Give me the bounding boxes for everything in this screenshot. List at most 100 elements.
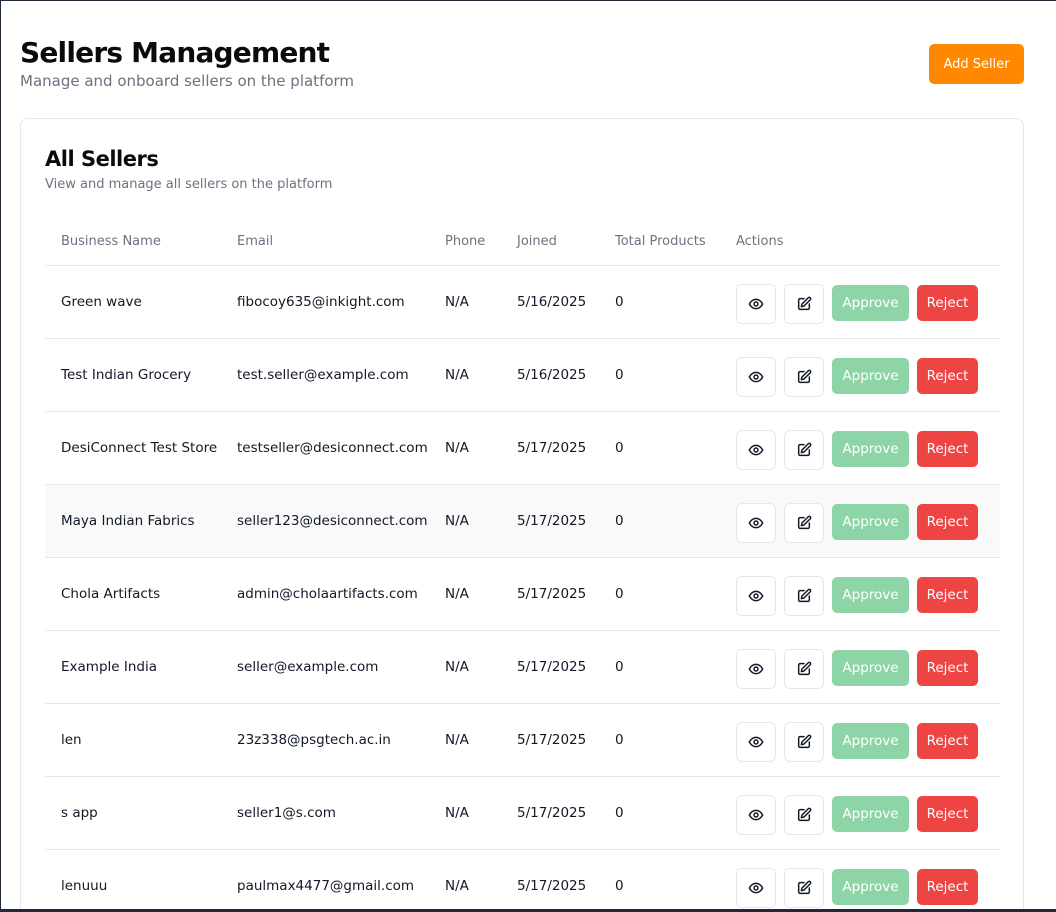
page-title: Sellers Management <box>20 36 330 69</box>
edit-seller-button[interactable] <box>784 649 824 689</box>
total-products-cell: 0 <box>615 878 624 894</box>
edit-icon <box>797 442 812 457</box>
row-actions: Approve Reject <box>736 356 996 397</box>
reject-button[interactable]: Reject <box>917 796 978 832</box>
reject-button[interactable]: Reject <box>917 723 978 759</box>
view-seller-button[interactable] <box>736 357 776 397</box>
approve-button[interactable]: Approve <box>832 869 909 905</box>
total-products-cell: 0 <box>615 513 624 529</box>
approve-button[interactable]: Approve <box>832 723 909 759</box>
approve-button[interactable]: Approve <box>832 358 909 394</box>
view-seller-button[interactable] <box>736 430 776 470</box>
phone-cell: N/A <box>445 294 469 310</box>
edit-icon <box>797 807 812 822</box>
edit-seller-button[interactable] <box>784 795 824 835</box>
total-products-cell: 0 <box>615 440 624 456</box>
edit-icon <box>797 880 812 895</box>
reject-button[interactable]: Reject <box>917 650 978 686</box>
row-actions: Approve Reject <box>736 575 996 616</box>
business-name-cell: Example India <box>61 659 157 675</box>
edit-icon <box>797 296 812 311</box>
view-seller-button[interactable] <box>736 503 776 543</box>
table-body: Green wave fibocoy635@inkight.com N/A 5/… <box>45 266 1000 912</box>
phone-cell: N/A <box>445 440 469 456</box>
joined-cell: 5/17/2025 <box>517 659 587 675</box>
joined-cell: 5/17/2025 <box>517 513 587 529</box>
reject-button[interactable]: Reject <box>917 577 978 613</box>
view-seller-button[interactable] <box>736 722 776 762</box>
edit-seller-button[interactable] <box>784 503 824 543</box>
row-actions: Approve Reject <box>736 867 996 908</box>
email-cell: testseller@desiconnect.com <box>237 440 428 456</box>
view-seller-button[interactable] <box>736 868 776 908</box>
phone-cell: N/A <box>445 805 469 821</box>
view-seller-button[interactable] <box>736 576 776 616</box>
total-products-cell: 0 <box>615 367 624 383</box>
email-cell: test.seller@example.com <box>237 367 409 383</box>
table-row: len 23z338@psgtech.ac.in N/A 5/17/2025 0… <box>45 704 1000 777</box>
reject-button[interactable]: Reject <box>917 869 978 905</box>
business-name-cell: Green wave <box>61 294 142 310</box>
joined-cell: 5/17/2025 <box>517 878 587 894</box>
business-name-cell: DesiConnect Test Store <box>61 440 218 456</box>
reject-button[interactable]: Reject <box>917 358 978 394</box>
total-products-cell: 0 <box>615 805 624 821</box>
approve-button[interactable]: Approve <box>832 796 909 832</box>
phone-cell: N/A <box>445 659 469 675</box>
phone-cell: N/A <box>445 513 469 529</box>
joined-cell: 5/16/2025 <box>517 294 587 310</box>
total-products-cell: 0 <box>615 659 624 675</box>
email-cell: fibocoy635@inkight.com <box>237 294 405 310</box>
row-actions: Approve Reject <box>736 721 996 762</box>
view-seller-button[interactable] <box>736 795 776 835</box>
email-cell: seller123@desiconnect.com <box>237 513 428 529</box>
approve-button[interactable]: Approve <box>832 504 909 540</box>
edit-seller-button[interactable] <box>784 722 824 762</box>
row-actions: Approve Reject <box>736 794 996 835</box>
edit-seller-button[interactable] <box>784 868 824 908</box>
edit-icon <box>797 515 812 530</box>
reject-button[interactable]: Reject <box>917 431 978 467</box>
sellers-management-page: Sellers Management Manage and onboard se… <box>1 1 1056 912</box>
edit-seller-button[interactable] <box>784 284 824 324</box>
edit-seller-button[interactable] <box>784 430 824 470</box>
email-cell: paulmax4477@gmail.com <box>237 878 415 894</box>
view-seller-button[interactable] <box>736 284 776 324</box>
edit-seller-button[interactable] <box>784 576 824 616</box>
table-header: Business Name Email Phone Joined Total P… <box>45 217 1000 266</box>
business-name-cell: len <box>61 732 82 748</box>
edit-icon <box>797 588 812 603</box>
joined-cell: 5/17/2025 <box>517 440 587 456</box>
approve-button[interactable]: Approve <box>832 285 909 321</box>
table-row: lenuuu paulmax4477@gmail.com N/A 5/17/20… <box>45 850 1000 912</box>
column-header-phone: Phone <box>445 234 486 249</box>
table-row: DesiConnect Test Store testseller@desico… <box>45 412 1000 485</box>
column-header-actions: Actions <box>736 234 784 249</box>
eye-icon <box>748 663 764 675</box>
approve-button[interactable]: Approve <box>832 431 909 467</box>
business-name-cell: Chola Artifacts <box>61 586 161 602</box>
sellers-table: Business Name Email Phone Joined Total P… <box>45 217 1000 912</box>
eye-icon <box>748 298 764 310</box>
reject-button[interactable]: Reject <box>917 285 978 321</box>
table-row: Example India seller@example.com N/A 5/1… <box>45 631 1000 704</box>
edit-seller-button[interactable] <box>784 357 824 397</box>
business-name-cell: lenuuu <box>61 878 108 894</box>
phone-cell: N/A <box>445 367 469 383</box>
view-seller-button[interactable] <box>736 649 776 689</box>
approve-button[interactable]: Approve <box>832 577 909 613</box>
row-actions: Approve Reject <box>736 429 996 470</box>
eye-icon <box>748 736 764 748</box>
reject-button[interactable]: Reject <box>917 504 978 540</box>
column-header-business-name: Business Name <box>61 234 161 249</box>
add-seller-button[interactable]: Add Seller <box>929 44 1024 84</box>
email-cell: 23z338@psgtech.ac.in <box>237 732 391 748</box>
approve-button[interactable]: Approve <box>832 650 909 686</box>
page-header: Sellers Management Manage and onboard se… <box>20 37 1024 97</box>
column-header-joined: Joined <box>517 234 557 249</box>
total-products-cell: 0 <box>615 586 624 602</box>
eye-icon <box>748 371 764 383</box>
phone-cell: N/A <box>445 732 469 748</box>
email-cell: seller1@s.com <box>237 805 336 821</box>
table-row: Maya Indian Fabrics seller123@desiconnec… <box>45 485 1000 558</box>
